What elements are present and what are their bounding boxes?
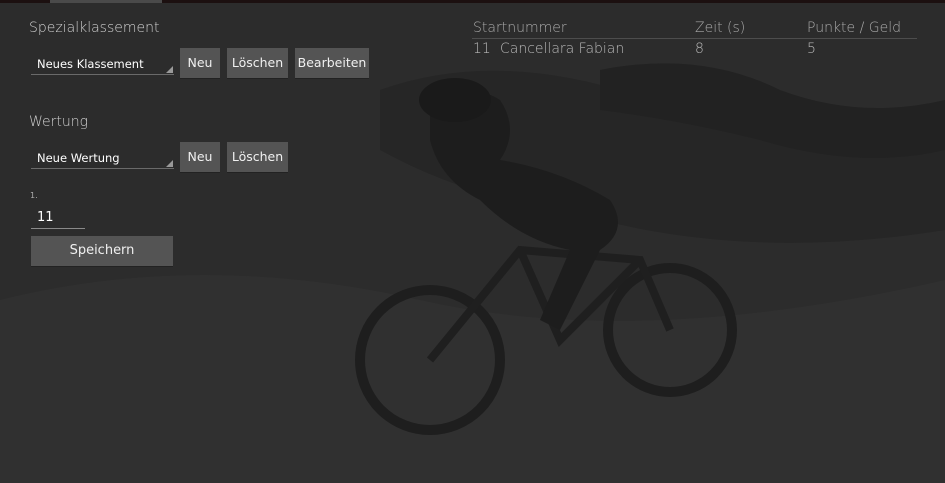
column-header-punkte: Punkte / Geld <box>807 20 902 36</box>
tab-indicator <box>50 0 162 3</box>
table-header-divider <box>472 38 917 39</box>
table-row[interactable]: 11 Cancellara Fabian 8 5 <box>473 41 918 61</box>
cell-startnummer: 11 <box>473 41 491 57</box>
column-header-zeit: Zeit (s) <box>695 20 746 36</box>
column-header-startnummer: Startnummer <box>473 20 567 36</box>
klassement-spinner[interactable]: Neues Klassement <box>31 53 174 75</box>
cell-punkte: 5 <box>807 41 816 57</box>
speichern-button[interactable]: Speichern <box>31 236 173 266</box>
rank-label: 1. <box>30 191 38 200</box>
dropdown-triangle-icon <box>166 160 173 167</box>
spezialklassement-title: Spezialklassement <box>29 20 160 36</box>
wertung-spinner-value: Neue Wertung <box>37 151 120 165</box>
cell-name: Cancellara Fabian <box>500 41 625 57</box>
klassement-spinner-value: Neues Klassement <box>37 57 144 71</box>
top-bar <box>0 0 945 3</box>
wertung-title: Wertung <box>29 114 89 130</box>
klassement-neu-button[interactable]: Neu <box>180 48 220 78</box>
klassement-loeschen-button[interactable]: Löschen <box>227 48 288 78</box>
dropdown-triangle-icon <box>166 66 173 73</box>
wertung-neu-button[interactable]: Neu <box>180 142 220 172</box>
startnummer-input[interactable]: 11 <box>31 207 85 229</box>
wertung-loeschen-button[interactable]: Löschen <box>227 142 288 172</box>
wertung-spinner[interactable]: Neue Wertung <box>31 147 174 169</box>
klassement-bearbeiten-button[interactable]: Bearbeiten <box>295 48 369 78</box>
cell-zeit: 8 <box>695 41 704 57</box>
